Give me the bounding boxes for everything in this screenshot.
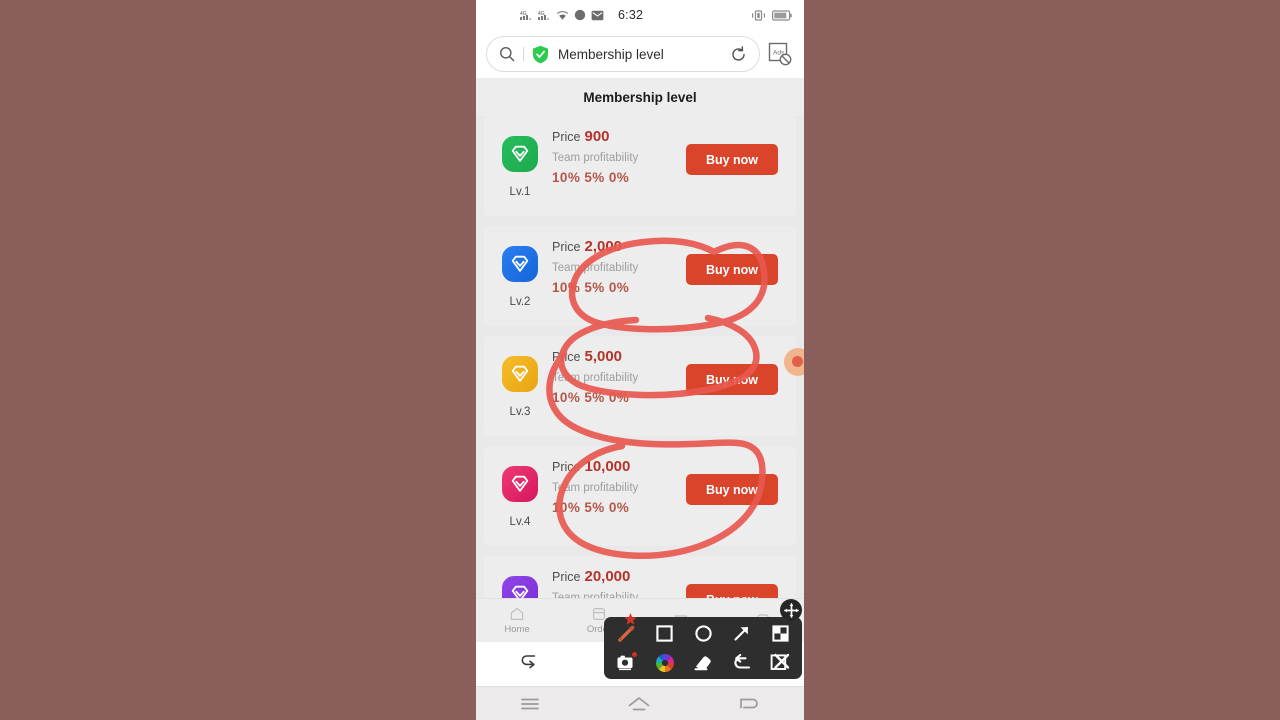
gem-badge-icon — [511, 475, 529, 492]
status-bar-left-icons: 4G 4G — [520, 9, 604, 22]
signal-4g-icon: 4G — [538, 11, 549, 20]
camera-icon[interactable] — [616, 654, 636, 671]
vibrate-icon — [752, 9, 765, 21]
level-badge — [502, 356, 538, 392]
brush-tool-button[interactable] — [612, 612, 640, 646]
home-icon — [510, 607, 524, 620]
phone-screen: 4G 4G 6:32 Membership level Ads Membersh… — [476, 0, 804, 720]
price-label: Price — [552, 130, 581, 144]
status-bar-right-icons — [751, 9, 792, 21]
color-picker-button[interactable] — [651, 651, 679, 675]
android-back-button[interactable] — [738, 696, 760, 717]
status-bar-clock: 6:32 — [618, 8, 644, 22]
price-value: 900 — [584, 128, 610, 145]
price-label: Price — [552, 350, 581, 364]
mosaic-tool-button[interactable] — [766, 622, 794, 646]
search-divider — [523, 46, 524, 62]
message-icon — [574, 9, 586, 21]
arrow-icon[interactable] — [732, 624, 751, 643]
battery-icon — [772, 9, 792, 21]
circle-icon[interactable] — [694, 624, 713, 643]
gem-badge-icon — [511, 255, 529, 272]
back-icon[interactable] — [738, 696, 760, 712]
rectangle-tool-button[interactable] — [651, 622, 679, 646]
membership-level-list[interactable]: Lv.1 Price 900 Team profitability 10% 5% … — [476, 116, 804, 598]
level-card[interactable]: Lv.4 Price 10,000 Team profitability 10% … — [484, 446, 796, 546]
circle-tool-button[interactable] — [689, 622, 717, 646]
price-value: 20,000 — [584, 568, 631, 585]
annotation-toolbar-row-1 — [612, 612, 794, 646]
red-star-icon — [624, 612, 637, 625]
level-label: Lv.2 — [509, 296, 531, 308]
search-icon[interactable] — [499, 46, 515, 62]
tab-label: Home — [504, 624, 530, 635]
level-card[interactable]: Lv.5 Price20,000 Team profitability 10% … — [484, 556, 796, 598]
level-label: Lv.1 — [509, 186, 531, 198]
annotation-toolbar[interactable] — [604, 612, 802, 679]
level-badge — [502, 576, 538, 598]
tab-home[interactable]: Home — [476, 606, 558, 635]
rectangle-icon[interactable] — [655, 624, 674, 643]
close-icon[interactable] — [770, 653, 790, 672]
level-badge — [502, 136, 538, 172]
brush-icon[interactable] — [616, 624, 636, 644]
browser-search-row: Membership level Ads — [476, 30, 804, 78]
ads-block-button[interactable]: Ads — [768, 42, 792, 66]
price-label: Price — [552, 240, 581, 254]
search-input[interactable]: Membership level — [558, 47, 730, 62]
camera-tool-button[interactable] — [612, 651, 640, 675]
price-label: Price — [552, 570, 581, 584]
ads-block-icon[interactable]: Ads — [768, 42, 792, 66]
level-label: Lv.4 — [509, 516, 531, 528]
arrow-tool-button[interactable] — [728, 622, 756, 646]
price-value: 10,000 — [584, 458, 631, 475]
undo-button[interactable] — [728, 651, 756, 675]
mosaic-icon[interactable] — [771, 624, 790, 643]
notification-dot — [632, 651, 637, 657]
page-title: Membership level — [476, 78, 804, 116]
shield-check-icon — [533, 45, 548, 63]
floating-action-button[interactable] — [784, 348, 804, 376]
close-button[interactable] — [766, 651, 794, 675]
price-label: Price — [552, 460, 581, 474]
buy-now-button[interactable]: Buy now — [686, 144, 778, 175]
level-card[interactable]: Lv.1 Price 900 Team profitability 10% 5% … — [484, 116, 796, 216]
gem-badge-icon — [511, 145, 529, 162]
home-outline-icon[interactable] — [627, 695, 651, 713]
price-value: 2,000 — [584, 238, 623, 255]
undo-icon[interactable] — [731, 654, 752, 671]
buy-now-button[interactable]: Buy now — [686, 254, 778, 285]
signal-4g-icon: 4G — [520, 11, 531, 20]
eraser-icon[interactable] — [693, 654, 713, 671]
gem-badge-icon — [511, 585, 529, 598]
search-bar[interactable]: Membership level — [486, 36, 760, 72]
level-label: Lv.3 — [509, 406, 531, 418]
level-badge — [502, 246, 538, 282]
menu-icon[interactable] — [520, 696, 540, 712]
toolbar-move-handle[interactable] — [780, 599, 802, 621]
android-home-button[interactable] — [627, 695, 651, 718]
reload-icon[interactable] — [730, 45, 747, 63]
android-menu-button[interactable] — [520, 696, 540, 717]
gem-badge-icon — [511, 365, 529, 382]
level-card[interactable]: Lv.3 Price 5,000 Team profitability 10% 5… — [484, 336, 796, 436]
buy-now-button[interactable]: Buy now — [686, 584, 778, 598]
android-navigation-bar — [476, 686, 804, 720]
wifi-icon — [556, 10, 569, 20]
eraser-tool-button[interactable] — [689, 651, 717, 675]
mail-icon — [591, 10, 604, 20]
level-card[interactable]: Lv.2 Price 2,000 Team profitability 10% 5… — [484, 226, 796, 326]
buy-now-button[interactable]: Buy now — [686, 364, 778, 395]
annotation-toolbar-row-2 — [612, 650, 794, 675]
status-bar: 4G 4G 6:32 — [476, 0, 804, 30]
browser-back-button[interactable] — [519, 650, 543, 679]
buy-now-button[interactable]: Buy now — [686, 474, 778, 505]
move-handle-icon[interactable] — [783, 602, 799, 618]
back-arrow-icon[interactable] — [519, 650, 543, 674]
level-badge — [502, 466, 538, 502]
color-wheel-icon[interactable] — [655, 653, 675, 673]
price-value: 5,000 — [584, 348, 623, 365]
